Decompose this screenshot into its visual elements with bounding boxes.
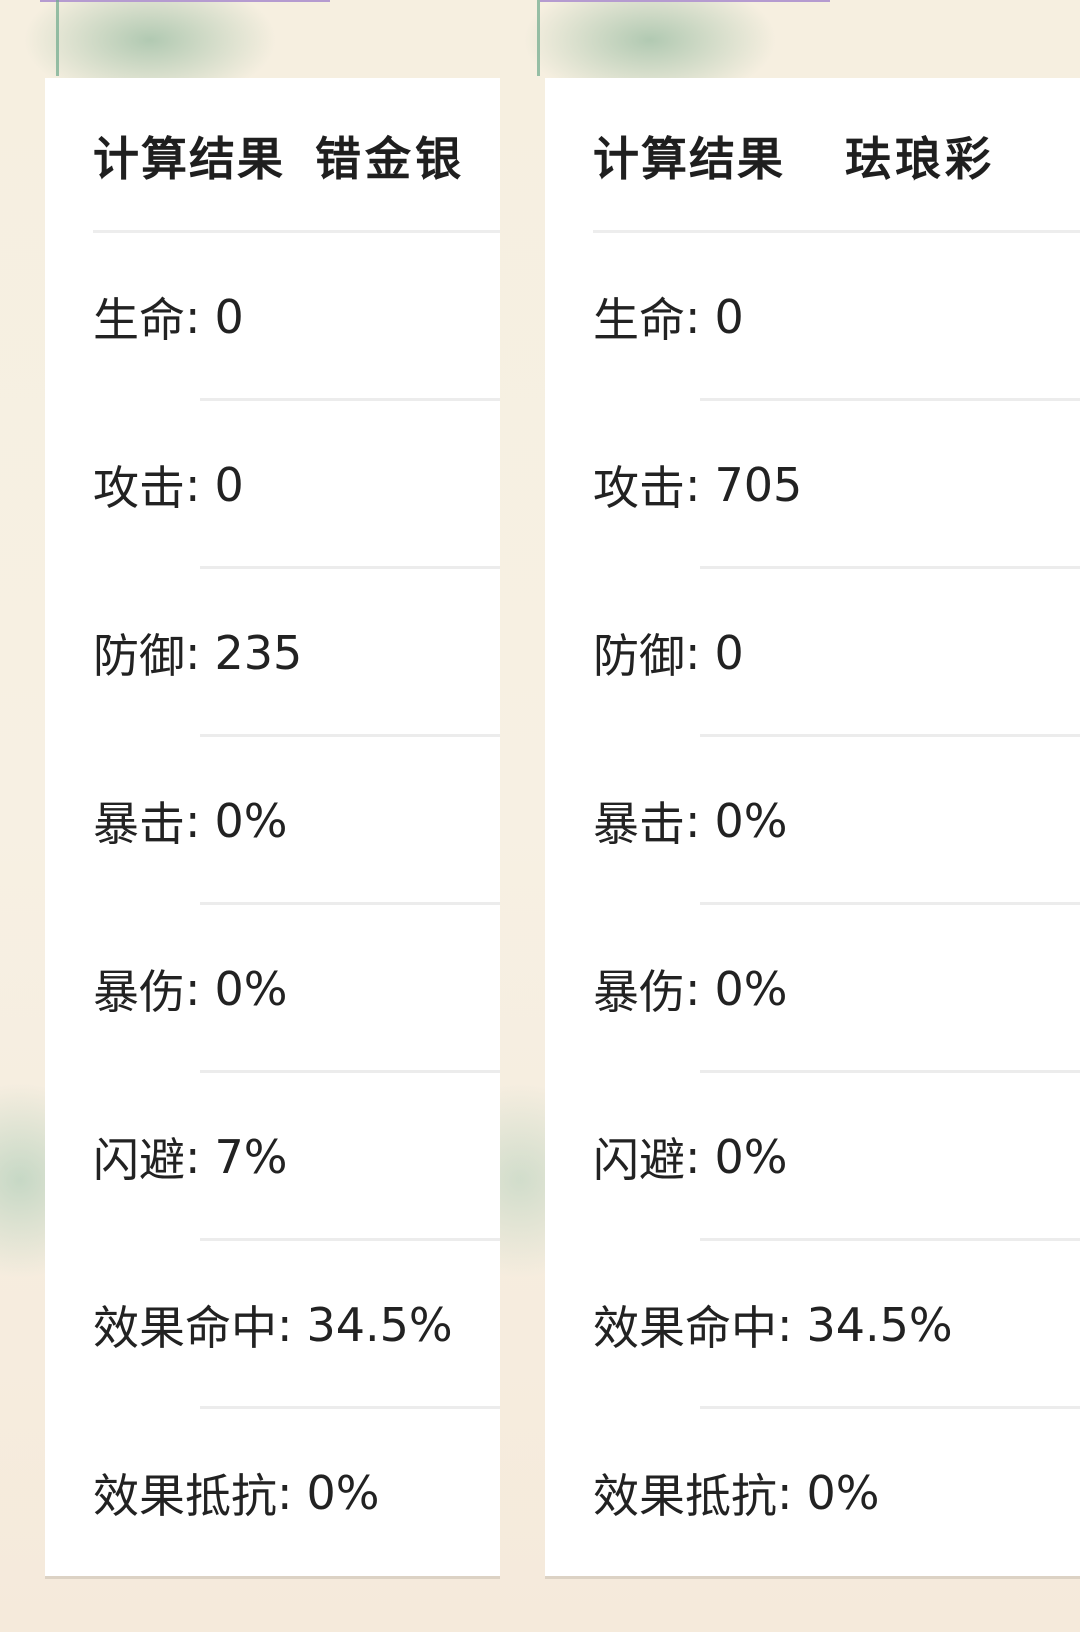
stat-label: 防御 — [593, 629, 685, 683]
stat-row-attack: 攻击:0 — [45, 401, 500, 569]
stat-value: 0 — [714, 290, 744, 344]
stat-separator: : — [277, 1298, 293, 1352]
stat-value: 0 — [214, 290, 244, 344]
stat-value: 235 — [214, 626, 303, 680]
stat-row-hp: 生命:0 — [45, 233, 500, 401]
stat-separator: : — [185, 626, 201, 680]
stat-label: 闪避 — [593, 1133, 685, 1187]
stat-label: 防御 — [93, 629, 185, 683]
stat-row-effect-hit: 效果命中:34.5% — [545, 1241, 1080, 1409]
stat-row-attack: 攻击:705 — [545, 401, 1080, 569]
result-card-left: 计算结果 错金银 生命:0 攻击:0 防御:235 暴击:0% 暴伤:0% 闪避… — [45, 78, 500, 1576]
stat-row-crit-damage: 暴伤:0% — [545, 905, 1080, 1073]
stat-value: 0 — [214, 458, 244, 512]
stat-row-defense: 防御:0 — [545, 569, 1080, 737]
stat-row-crit-damage: 暴伤:0% — [45, 905, 500, 1073]
stat-separator: : — [685, 794, 701, 848]
stat-value: 0% — [214, 794, 288, 848]
stat-label: 暴伤 — [593, 965, 685, 1019]
stat-value: 0 — [714, 626, 744, 680]
stat-row-dodge: 闪避:0% — [545, 1073, 1080, 1241]
stat-separator: : — [777, 1298, 793, 1352]
stat-separator: : — [685, 962, 701, 1016]
top-strip-right — [540, 0, 830, 2]
stat-value: 0% — [714, 962, 788, 1016]
stat-separator: : — [777, 1466, 793, 1520]
stat-value: 7% — [214, 1130, 288, 1184]
stat-label: 暴伤 — [93, 965, 185, 1019]
stat-separator: : — [185, 1130, 201, 1184]
decor-stem-right — [537, 0, 540, 76]
top-strip-left — [40, 0, 330, 2]
stat-row-effect-hit: 效果命中:34.5% — [45, 1241, 500, 1409]
stat-label: 效果抵抗 — [93, 1469, 277, 1523]
stat-value: 705 — [714, 458, 803, 512]
stat-value: 0% — [214, 962, 288, 1016]
stat-label: 生命 — [593, 293, 685, 347]
result-card-right: 计算结果 珐琅彩 生命:0 攻击:705 防御:0 暴击:0% 暴伤:0% 闪避… — [545, 78, 1080, 1576]
stat-label: 效果命中 — [93, 1301, 277, 1355]
stat-value: 0% — [714, 794, 788, 848]
stat-label: 效果命中 — [593, 1301, 777, 1355]
stat-row-effect-resist: 效果抵抗:0% — [45, 1409, 500, 1577]
stat-row-crit: 暴击:0% — [545, 737, 1080, 905]
stat-label: 暴击 — [93, 797, 185, 851]
card-title: 计算结果 — [593, 131, 785, 186]
equipment-name: 珐琅彩 — [845, 131, 995, 186]
stat-value: 0% — [806, 1466, 880, 1520]
stat-row-defense: 防御:235 — [45, 569, 500, 737]
stat-separator: : — [685, 1130, 701, 1184]
stat-separator: : — [185, 962, 201, 1016]
card-header: 计算结果 珐琅彩 — [545, 78, 1080, 233]
stat-row-effect-resist: 效果抵抗:0% — [545, 1409, 1080, 1577]
decor-stem-left — [56, 0, 59, 76]
stat-separator: : — [685, 458, 701, 512]
stat-value: 34.5% — [306, 1298, 453, 1352]
stat-label: 攻击 — [93, 461, 185, 515]
card-title: 计算结果 — [93, 131, 285, 186]
equipment-name: 错金银 — [315, 131, 465, 186]
stat-value: 0% — [306, 1466, 380, 1520]
stat-separator: : — [685, 290, 701, 344]
stat-label: 闪避 — [93, 1133, 185, 1187]
stat-separator: : — [685, 626, 701, 680]
stat-separator: : — [277, 1466, 293, 1520]
card-header: 计算结果 错金银 — [45, 78, 500, 233]
stat-separator: : — [185, 794, 201, 848]
stat-separator: : — [185, 290, 201, 344]
stat-label: 效果抵抗 — [593, 1469, 777, 1523]
stat-label: 攻击 — [593, 461, 685, 515]
stat-value: 34.5% — [806, 1298, 953, 1352]
stat-row-dodge: 闪避:7% — [45, 1073, 500, 1241]
stat-label: 生命 — [93, 293, 185, 347]
stat-row-hp: 生命:0 — [545, 233, 1080, 401]
stat-separator: : — [185, 458, 201, 512]
stat-label: 暴击 — [593, 797, 685, 851]
stat-row-crit: 暴击:0% — [45, 737, 500, 905]
stat-value: 0% — [714, 1130, 788, 1184]
